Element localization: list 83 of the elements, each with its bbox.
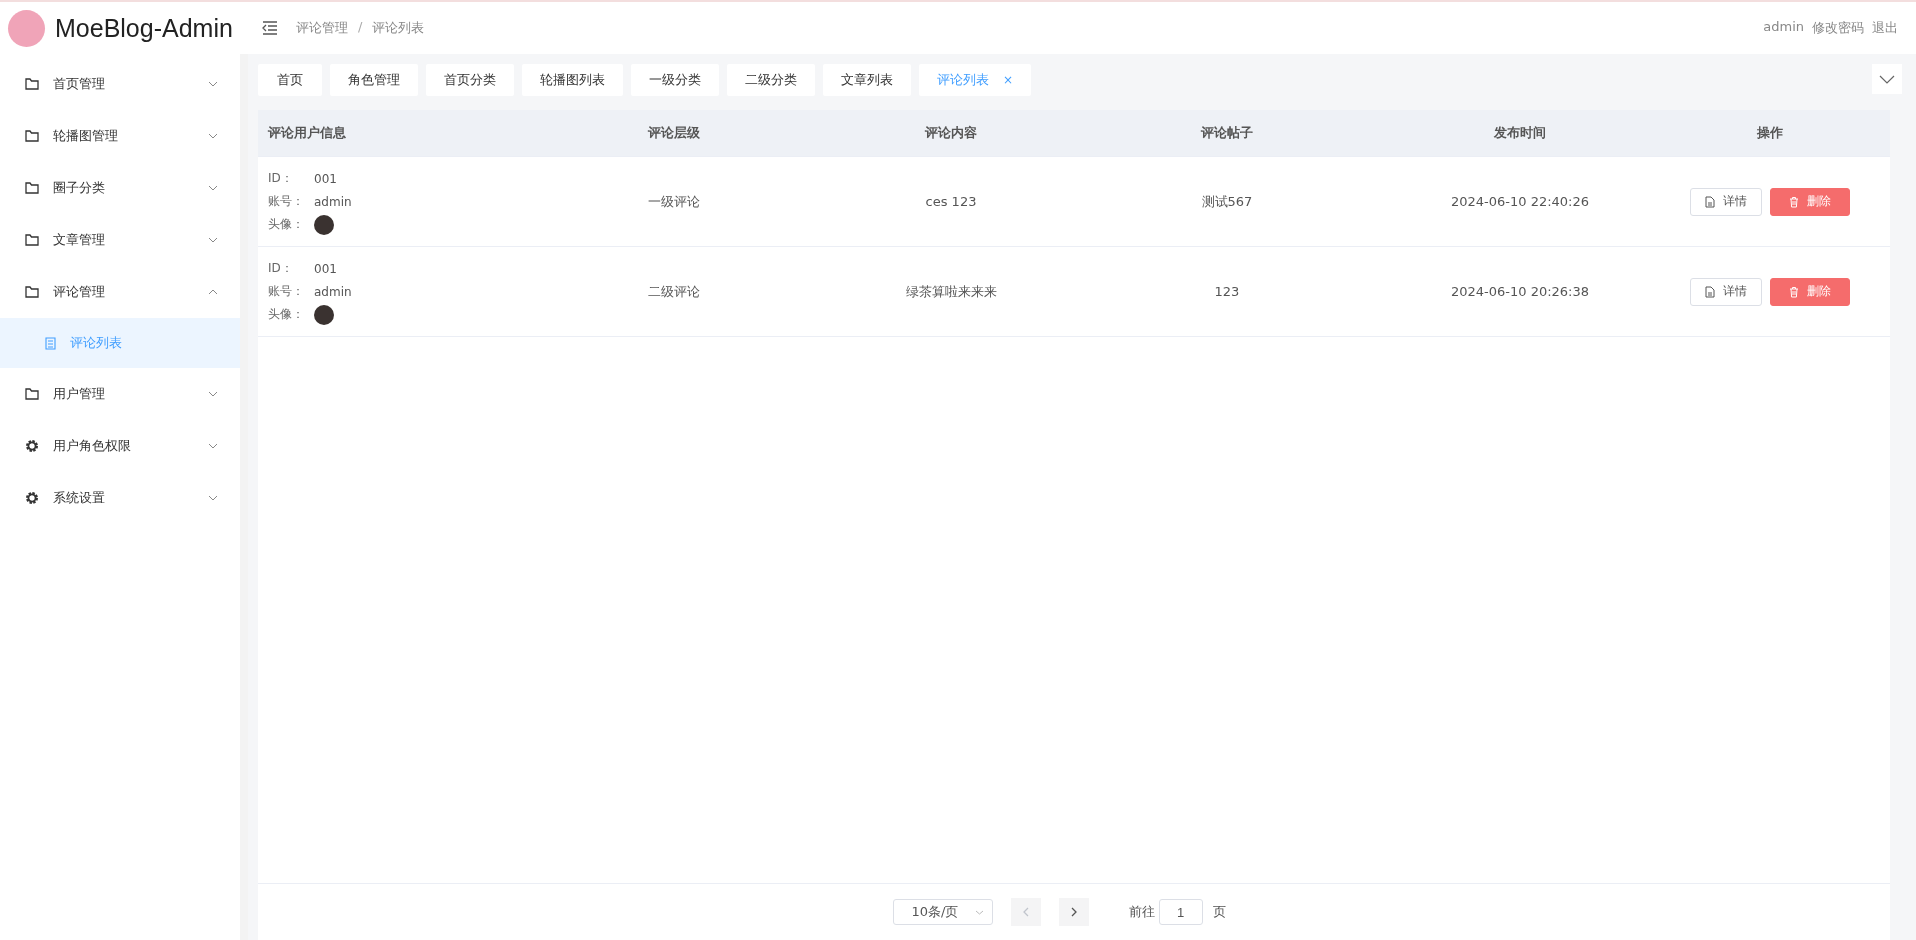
- avatar-icon: [314, 304, 334, 325]
- breadcrumb-separator: /: [358, 19, 363, 36]
- chevron-icon: [208, 81, 218, 87]
- header-link[interactable]: 退出: [1872, 19, 1898, 37]
- header-link[interactable]: 修改密码: [1812, 19, 1864, 37]
- details-button[interactable]: 详情: [1690, 277, 1762, 306]
- column-header: 评论用户信息: [267, 124, 347, 142]
- chevron-icon: [1879, 74, 1895, 84]
- account-value: admin: [314, 194, 352, 209]
- trash-icon: [1789, 285, 1799, 298]
- folder-icon: [25, 78, 39, 90]
- chevron-icon: [208, 495, 218, 501]
- column-header: 评论层级: [647, 124, 701, 142]
- sidebar-item[interactable]: 文章管理: [0, 214, 240, 266]
- chevron-icon: [208, 443, 218, 449]
- column-header: 发布时间: [1493, 124, 1547, 142]
- page-tab[interactable]: 角色管理: [330, 64, 418, 96]
- folder-icon: [25, 286, 39, 298]
- logo-icon: [8, 9, 45, 47]
- document-icon: [1705, 195, 1715, 208]
- folder-icon: [25, 388, 39, 400]
- page-input[interactable]: 1: [1158, 899, 1203, 925]
- table-cell: 测试567: [1201, 193, 1253, 209]
- folder-icon: [25, 182, 39, 194]
- chevron-icon: [208, 391, 218, 397]
- document-icon: [1705, 285, 1715, 298]
- column-header: 操作: [1756, 124, 1784, 142]
- chevron-icon: [208, 133, 218, 139]
- trash-icon: [1789, 195, 1799, 208]
- menu-fold-icon[interactable]: [262, 21, 278, 35]
- folder-icon: [25, 234, 39, 246]
- field-label: ID：: [268, 170, 294, 187]
- chevron-right-icon: [1070, 907, 1077, 917]
- sidebar-item[interactable]: 评论管理: [0, 266, 240, 318]
- document-icon: [45, 336, 56, 350]
- field-label: 账号：: [268, 283, 305, 300]
- page-tab[interactable]: 首页: [258, 64, 322, 96]
- page-tab[interactable]: 首页分类: [426, 64, 514, 96]
- gear-icon: [25, 491, 39, 505]
- sidebar-item[interactable]: 圈子分类: [0, 162, 240, 214]
- chevron-icon: [208, 237, 218, 243]
- table-cell: 2024-06-10 22:40:26: [1450, 194, 1590, 209]
- id-value: 001: [314, 171, 337, 186]
- avatar-icon: [314, 214, 334, 235]
- table-cell: 二级评论: [648, 283, 700, 299]
- sidebar-item[interactable]: 轮播图管理: [0, 110, 240, 162]
- breadcrumb-item[interactable]: 评论列表: [372, 19, 425, 37]
- page-tab[interactable]: 轮播图列表: [522, 64, 623, 96]
- sidebar-item[interactable]: 系统设置: [0, 472, 240, 524]
- column-header: 评论内容: [924, 124, 978, 142]
- gear-icon: [25, 439, 39, 453]
- goto-label: 前往: [1128, 903, 1155, 921]
- chevron-icon: [208, 185, 218, 191]
- app-title: MoeBlog-Admin: [55, 13, 233, 43]
- column-header: 评论帖子: [1200, 124, 1254, 142]
- sidebar-item[interactable]: 用户角色权限: [0, 420, 240, 472]
- account-value: admin: [314, 284, 352, 299]
- page-size-select[interactable]: 10条/页: [892, 899, 993, 925]
- sidebar-item[interactable]: 用户管理: [0, 368, 240, 420]
- folder-icon: [25, 130, 39, 142]
- details-button[interactable]: 详情: [1690, 187, 1762, 216]
- breadcrumb-item[interactable]: 评论管理: [296, 19, 348, 37]
- page-tab[interactable]: 一级分类: [631, 64, 719, 96]
- table-cell: 123: [1214, 284, 1240, 299]
- chevron-left-icon: [1022, 907, 1029, 917]
- id-value: 001: [314, 261, 337, 276]
- tabs-dropdown-button[interactable]: [1872, 64, 1902, 94]
- username[interactable]: admin: [1763, 19, 1804, 37]
- field-label: 头像：: [268, 306, 305, 323]
- table-cell: 一级评论: [648, 193, 700, 209]
- field-label: 头像：: [268, 216, 305, 233]
- next-page-button[interactable]: [1058, 898, 1089, 926]
- field-label: 账号：: [268, 193, 305, 210]
- table-cell: ces 123: [925, 194, 977, 209]
- chevron-icon: [974, 909, 984, 915]
- sidebar-item[interactable]: 首页管理: [0, 58, 240, 110]
- table-cell: 绿茶算啦来来来: [905, 283, 997, 299]
- table-cell: 2024-06-10 20:26:38: [1450, 284, 1590, 299]
- page-tab[interactable]: 二级分类: [727, 64, 815, 96]
- field-label: ID：: [268, 260, 294, 277]
- page-suffix: 页: [1212, 903, 1226, 921]
- chevron-icon: [208, 289, 218, 295]
- page-tab[interactable]: 文章列表: [823, 64, 911, 96]
